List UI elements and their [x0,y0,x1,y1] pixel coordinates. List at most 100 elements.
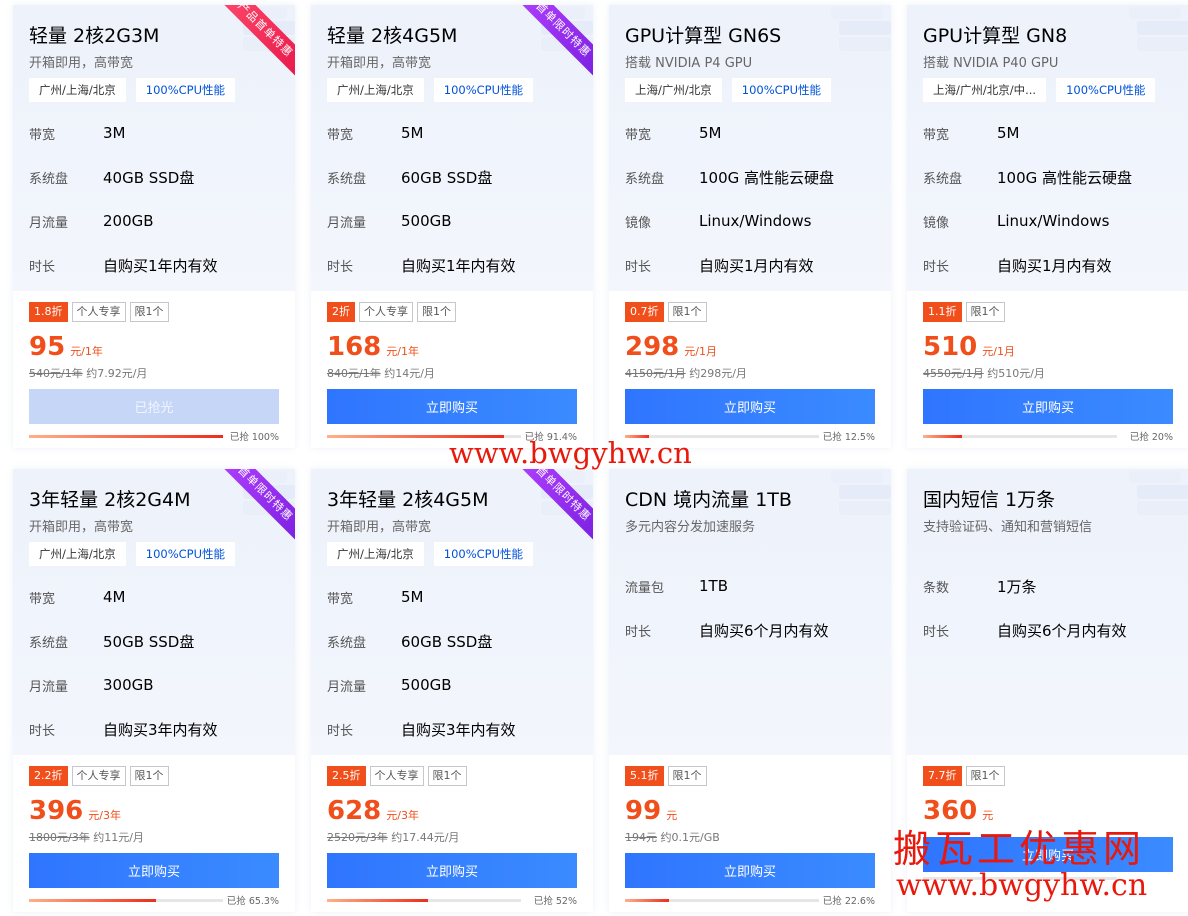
server-illustration-icon [1129,471,1188,515]
spec-label: 带宽 [327,127,354,143]
original-price: 2520元/3年 约17.44元/月 [327,829,577,845]
spec-value: 1万条 [997,577,1037,596]
price-value: 95 [29,332,66,362]
spec-label: 镜像 [923,215,950,231]
buy-button[interactable]: 立即购买 [625,853,875,888]
card-title: CDN 境内流量 1TB [625,489,792,511]
progress-text: 已抢 22.6% [822,896,875,907]
spec-row: 系统盘 40GB SSD盘 [29,155,279,199]
buy-button[interactable]: 立即购买 [327,853,577,888]
discount-badge: 2.5折 [327,766,366,786]
card-purchase-area: 2.2折 个人专享 限1个 396 元/3年 1800元/3年 约11元/月 立即购买 已抢 … [29,766,279,907]
spec-label: 带宽 [29,127,56,143]
badge-row: 1.8折 个人专享 限1个 [29,302,279,322]
badge-row: 1.1折 限1个 [923,302,1173,322]
spec-row: 带宽 5M [327,575,577,619]
spec-row: 时长 自购买1月内有效 [923,243,1173,287]
original-price-strike: 194元 [625,831,657,844]
card-tags: 上海/广州/北京/中... 100%CPU性能 [923,78,1156,102]
progress-bar [29,434,223,438]
spec-value: 60GB SSD盘 [401,168,493,187]
limit-badge: 限1个 [965,302,1005,322]
original-price-strike: 4550元/1月 [923,367,984,380]
price-unit: 元/1年 [70,345,103,358]
spec-value: 自购买1月内有效 [699,256,814,275]
spec-label: 时长 [923,259,950,275]
card-title: 轻量 2核2G3M [29,25,160,47]
spec-row: 时长 自购买6个月内有效 [625,608,875,652]
monthly-price: 约11元/月 [93,831,144,844]
progress-bar [625,898,819,902]
price: 95 元/1年 [29,332,279,362]
card-tags: 广州/上海/北京 100%CPU性能 [327,542,534,566]
card-tags: 上海/广州/北京 100%CPU性能 [625,78,832,102]
product-card: GPU计算型 GN8 搭载 NVIDIA P40 GPU 上海/广州/北京/中...… [907,5,1188,448]
original-price-strike: 540元/1年 [29,367,83,380]
watermark-corner-url: www.bwgyhw.cn [896,868,1148,903]
price-unit: 元/3年 [88,809,121,822]
spec-row: 镜像 Linux/Windows [923,199,1173,243]
progress-fill [923,434,962,438]
spec-row: 月流量 300GB [29,663,279,707]
limit-badge: 个人专享 [71,766,126,786]
spec-list: 条数 1万条 时长 自购买6个月内有效 [923,564,1173,652]
discount-badge: 0.7折 [625,302,664,322]
spec-row: 时长 自购买1月内有效 [625,243,875,287]
progress-text: 已抢 65.3% [226,896,279,907]
price-value: 168 [327,332,382,362]
price-unit: 元/3年 [386,809,419,822]
spec-row: 镜像 Linux/Windows [625,199,875,243]
buy-button[interactable]: 立即购买 [625,389,875,424]
spec-label: 带宽 [327,591,354,607]
limit-badge: 限1个 [129,766,169,786]
card-subtitle: 搭载 NVIDIA P4 GPU [625,56,753,71]
buy-button[interactable]: 立即购买 [29,853,279,888]
spec-label: 系统盘 [327,171,367,187]
spec-row: 时长 自购买3年内有效 [327,707,577,751]
spec-value: 5M [699,124,722,142]
limit-badge: 个人专享 [359,302,413,322]
spec-value: 3M [103,124,126,142]
spec-row: 月流量 500GB [327,199,577,243]
limit-badge: 限1个 [129,302,169,322]
monthly-price: 约0.1元/GB [660,831,720,844]
buy-button[interactable]: 立即购买 [327,389,577,424]
price-value: 510 [923,332,978,362]
cpu-tag: 100%CPU性能 [135,78,236,102]
spec-label: 时长 [29,723,56,739]
card-title: 3年轻量 2核4G5M [327,489,489,511]
spec-value: Linux/Windows [699,212,812,230]
badge-row: 7.7折 限1个 [923,766,1173,786]
cpu-tag: 100%CPU性能 [135,542,236,566]
spec-row: 带宽 5M [625,111,875,155]
spec-value: 60GB SSD盘 [401,632,493,651]
watermark-corner-cn: 搬瓦工优惠网 [893,827,1146,871]
region-tag: 广州/上海/北京 [29,542,126,566]
card-subtitle: 开箱即用，高带宽 [29,520,134,535]
spec-value: Linux/Windows [997,212,1110,230]
spec-value: 500GB [401,676,452,694]
spec-value: 5M [997,124,1020,142]
spec-list: 带宽 5M 系统盘 60GB SSD盘 月流量 500GB 时长 自购买1年内有效 [327,111,577,287]
badge-row: 2.5折 个人专享 限1个 [327,766,577,786]
spec-row: 系统盘 60GB SSD盘 [327,155,577,199]
price: 168 元/1年 [327,332,577,362]
spec-label: 流量包 [625,580,665,596]
progress-bar [29,898,223,902]
spec-row: 月流量 500GB [327,663,577,707]
spec-label: 系统盘 [923,171,963,187]
spec-row: 带宽 3M [29,111,279,155]
sold-progress: 已抢 20% [923,429,1173,443]
original-price: 4550元/1月 约510元/月 [923,365,1173,381]
price: 99 元 [625,796,875,826]
card-title: 3年轻量 2核2G4M [29,489,191,511]
card-title: 国内短信 1万条 [923,489,1056,511]
spec-value: 40GB SSD盘 [103,168,195,187]
buy-button[interactable]: 立即购买 [923,389,1173,424]
product-card: GPU计算型 GN6S 搭载 NVIDIA P4 GPU 上海/广州/北京 100%C… [609,5,891,448]
server-illustration-icon [1129,7,1188,51]
spec-value: 自购买6个月内有效 [699,621,829,640]
region-tag: 上海/广州/北京/中... [923,78,1047,102]
original-price: 840元/1年 约14元/月 [327,365,577,381]
spec-list: 带宽 5M 系统盘 60GB SSD盘 月流量 500GB 时长 自购买3年内有效 [327,575,577,751]
